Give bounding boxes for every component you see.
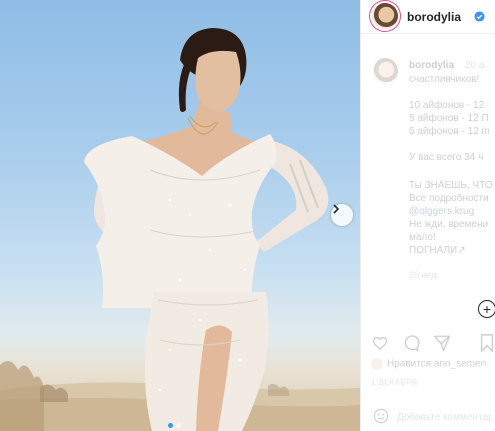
carousel-dots xyxy=(168,423,181,428)
caption-line: 5 айфонов - 12 m xyxy=(409,126,490,137)
caption-line: У вас всего 34 ч xyxy=(409,152,484,163)
caption-first-line: счастливчиков! xyxy=(409,74,480,85)
add-post-icon[interactable]: + xyxy=(478,300,495,318)
username-link[interactable]: borodylia xyxy=(407,10,461,24)
comment-input[interactable] xyxy=(395,407,494,427)
caption-timestamp: 26 нед. xyxy=(409,270,440,280)
heart-icon[interactable] xyxy=(371,334,389,352)
post-header: borodylia xyxy=(361,0,495,34)
comment-bar xyxy=(361,398,495,431)
emoji-icon[interactable] xyxy=(373,408,389,424)
action-bar xyxy=(371,334,451,354)
avatar[interactable] xyxy=(372,3,398,29)
caption-username[interactable]: borodylia xyxy=(409,60,454,71)
caption-line: 10 айфонов - 12 xyxy=(409,100,485,111)
post-photo[interactable] xyxy=(0,0,360,431)
post-side-panel: borodylia borodylia 20 a счастливчиков! … xyxy=(360,0,495,431)
carousel-dot-active xyxy=(168,423,173,428)
carousel-dot xyxy=(176,423,181,428)
caption-time: 20 a xyxy=(465,60,485,71)
caption-line: Ты ЗНАЕШЬ, ЧТО xyxy=(409,180,493,191)
caption-avatar[interactable] xyxy=(372,58,398,84)
bookmark-icon[interactable] xyxy=(479,334,495,352)
liker-avatar xyxy=(371,358,383,370)
likes-text: Нравится ann_semen xyxy=(387,358,487,370)
caption-line: Не жди, времени xyxy=(409,219,489,230)
comment-icon[interactable] xyxy=(402,334,420,352)
share-icon[interactable] xyxy=(433,334,451,352)
verified-badge-icon xyxy=(474,11,485,22)
post-date: 1 ДЕКАБРЯ xyxy=(371,378,418,387)
carousel-next-button[interactable] xyxy=(331,204,353,226)
caption-line: Все подробности xyxy=(409,193,489,204)
caption-area: borodylia 20 a счастливчиков! 10 айфонов… xyxy=(361,46,495,296)
likes-line[interactable]: Нравится ann_semen xyxy=(371,358,486,370)
chevron-right-icon xyxy=(333,204,340,214)
caption-line: ПОГНАЛИ↗ xyxy=(409,245,466,256)
caption-mention-link[interactable]: @olggers.krug xyxy=(409,206,474,217)
caption-line: мало! xyxy=(409,232,436,243)
caption-line: 5 айфонов - 12 П xyxy=(409,113,489,124)
photo-illustration xyxy=(0,28,360,431)
